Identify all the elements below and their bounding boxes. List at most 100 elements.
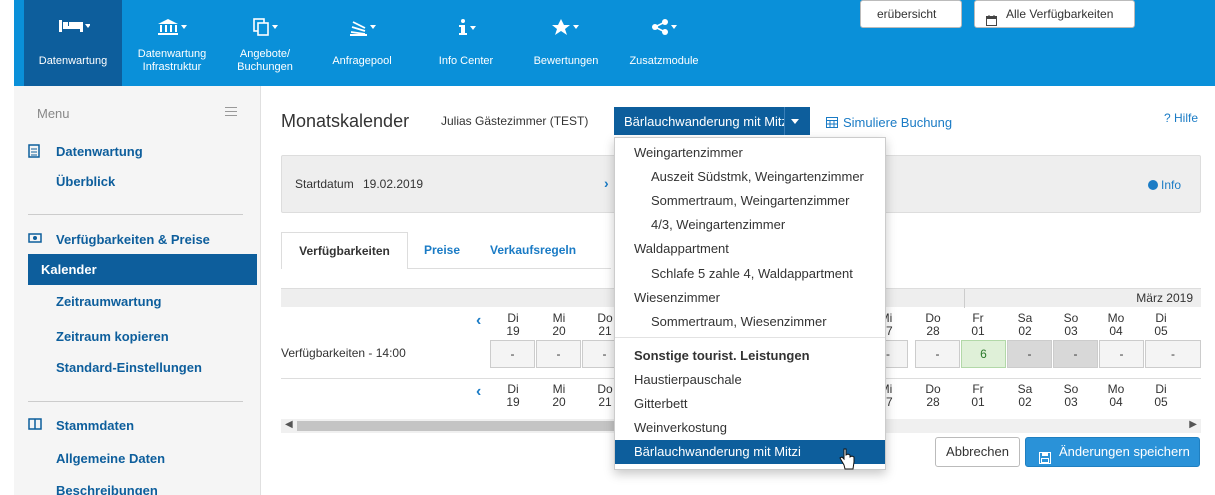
availability-cell[interactable]: 6 xyxy=(961,340,1006,368)
select-value: Bärlauchwanderung mit Mitzi xyxy=(624,114,784,129)
day-header: Sa 02 xyxy=(1017,311,1033,338)
sidebar-item-standard-einstellungen[interactable]: Standard-Einstellungen xyxy=(28,352,257,383)
day-header: Di 19 xyxy=(506,382,520,409)
dropdown-option[interactable]: Auszeit Südstmk, Weingartenzimmer xyxy=(615,165,885,189)
nav-label: Zusatzmodule xyxy=(629,55,699,67)
offer-dropdown-menu: Weingartenzimmer Auszeit Südstmk, Weinga… xyxy=(614,137,886,470)
availability-cell[interactable]: - xyxy=(490,340,535,368)
institution-icon xyxy=(124,18,220,38)
money-icon xyxy=(28,232,42,246)
month-label: März 2019 xyxy=(1136,291,1193,305)
dropdown-option[interactable]: Weinverkostung xyxy=(615,416,885,440)
dropdown-group[interactable]: Wiesenzimmer xyxy=(615,286,885,310)
select-separator xyxy=(784,107,785,135)
availability-cell[interactable]: - xyxy=(915,340,960,368)
day-header: So 03 xyxy=(1063,311,1079,338)
offer-select[interactable]: Bärlauchwanderung mit Mitzi xyxy=(614,107,810,135)
nav-label: Datenwartung Infrastruktur xyxy=(137,48,207,73)
save-button[interactable]: Änderungen speichern xyxy=(1025,437,1200,467)
dropdown-option[interactable]: Haustierpauschale xyxy=(615,368,885,392)
sidebar-item-ueberblick[interactable]: Überblick xyxy=(28,166,257,197)
sidebar-item-allgemeine-daten[interactable]: Allgemeine Daten xyxy=(28,443,257,474)
app-window: Datenwartung Datenwartung Infrastruktur A… xyxy=(0,0,1215,495)
divider xyxy=(28,401,243,402)
stack-icon xyxy=(310,18,414,38)
overview-button[interactable]: erübersicht xyxy=(860,0,962,28)
info-circle-icon xyxy=(1148,180,1158,190)
dropdown-header: Sonstige tourist. Leistungen xyxy=(634,348,810,363)
calendar-icon xyxy=(986,9,997,27)
sidebar-item-kalender[interactable]: Kalender xyxy=(28,254,257,285)
dropdown-group[interactable]: Weingartenzimmer xyxy=(615,141,885,165)
nav-label: Bewertungen xyxy=(533,55,599,67)
bed-icon xyxy=(24,18,122,38)
star-icon xyxy=(520,18,612,38)
month-split xyxy=(964,289,965,308)
sidebar-item-zeitraum-kopieren[interactable]: Zeitraum kopieren xyxy=(28,321,257,352)
start-date-label: Startdatum xyxy=(295,177,354,191)
sidebar: Menu Datenwartung Überblick Verfügbarkei… xyxy=(14,86,261,495)
nav-anfragepool[interactable]: Anfragepool xyxy=(310,0,414,86)
dropdown-divider xyxy=(615,337,885,338)
dropdown-group[interactable]: Waldappartment xyxy=(615,237,885,261)
day-header: Mo 04 xyxy=(1107,382,1125,409)
nav-bewertungen[interactable]: Bewertungen xyxy=(520,0,612,86)
day-header: Di 05 xyxy=(1154,311,1168,338)
sidebar-item-zeitraumwartung[interactable]: Zeitraumwartung xyxy=(28,286,257,317)
day-header: Di 19 xyxy=(506,311,520,338)
nav-label: Anfragepool xyxy=(332,55,392,67)
nav-info-center[interactable]: Info Center xyxy=(418,0,514,86)
page-title: Monatskalender xyxy=(281,111,410,131)
cancel-button[interactable]: Abbrechen xyxy=(935,437,1020,467)
scroll-left-icon[interactable]: ◀ xyxy=(285,419,293,430)
tab-verfuegbarkeiten[interactable]: Verfügbarkeiten xyxy=(281,232,408,269)
guest-name: Julias Gästezimmer (TEST) xyxy=(441,114,589,128)
sidebar-item-beschreibungen[interactable]: Beschreibungen xyxy=(28,475,257,495)
day-header: Mo 04 xyxy=(1107,311,1125,338)
nav-label: Angebote/Buchungen xyxy=(237,48,293,73)
dropdown-option[interactable]: Gitterbett xyxy=(615,392,885,416)
tab-preise[interactable]: Preise xyxy=(424,232,460,268)
nav-zusatzmodule[interactable]: Zusatzmodule xyxy=(618,0,710,86)
info-icon xyxy=(418,18,514,38)
info-link[interactable]: Info xyxy=(1148,178,1181,192)
all-availability-button[interactable]: Alle Verfügbarkeiten xyxy=(974,0,1135,28)
nav-datenwartung[interactable]: Datenwartung xyxy=(24,0,122,86)
scroll-right-icon[interactable]: ▶ xyxy=(1189,419,1197,430)
chevron-right-icon[interactable]: › xyxy=(604,175,609,191)
availability-cell[interactable]: - xyxy=(536,340,581,368)
help-link[interactable]: ? Hilfe xyxy=(1164,111,1198,125)
tab-verkaufsregeln[interactable]: Verkaufsregeln xyxy=(490,232,576,268)
day-header: Do 28 xyxy=(925,311,941,338)
dropdown-option[interactable]: 4/3, Weingartenzimmer xyxy=(615,213,885,237)
file-icon xyxy=(28,144,42,158)
nav-label: Info Center xyxy=(438,55,494,67)
hamburger-icon[interactable] xyxy=(225,104,237,119)
scroll-thumb[interactable] xyxy=(297,421,617,431)
nav-datenwartung-infrastruktur[interactable]: Datenwartung Infrastruktur xyxy=(124,0,220,86)
chevron-left-icon[interactable]: ‹ xyxy=(476,312,481,330)
calendar-icon xyxy=(826,116,838,128)
row-label: Verfügbarkeiten - 14:00 xyxy=(281,346,406,360)
nav-angebote-buchungen[interactable]: Angebote/Buchungen xyxy=(222,0,308,86)
availability-cell[interactable]: - xyxy=(1007,340,1052,368)
day-header: Mi 20 xyxy=(552,311,566,338)
day-header: Di 05 xyxy=(1154,382,1168,409)
left-edge xyxy=(0,0,14,86)
chevron-left-icon[interactable]: ‹ xyxy=(476,383,481,401)
save-icon xyxy=(1039,446,1051,474)
dropdown-option[interactable]: Schlafe 5 zahle 4, Waldappartment xyxy=(615,262,885,286)
dropdown-option[interactable]: Sommertraum, Weingartenzimmer xyxy=(615,189,885,213)
availability-cell[interactable]: - xyxy=(1145,340,1201,368)
availability-cell[interactable]: - xyxy=(1099,340,1144,368)
day-header: Sa 02 xyxy=(1017,382,1033,409)
menu-label: Menu xyxy=(37,106,70,121)
day-header: Fr 01 xyxy=(971,382,985,409)
columns-icon xyxy=(28,418,42,432)
availability-cell[interactable]: - xyxy=(1053,340,1098,368)
copy-icon xyxy=(222,18,308,38)
day-header: Mi 20 xyxy=(552,382,566,409)
dropdown-option[interactable]: Sommertraum, Wiesenzimmer xyxy=(615,310,885,334)
day-header: Fr 01 xyxy=(971,311,985,338)
start-date-value[interactable]: 19.02.2019 xyxy=(363,177,423,191)
